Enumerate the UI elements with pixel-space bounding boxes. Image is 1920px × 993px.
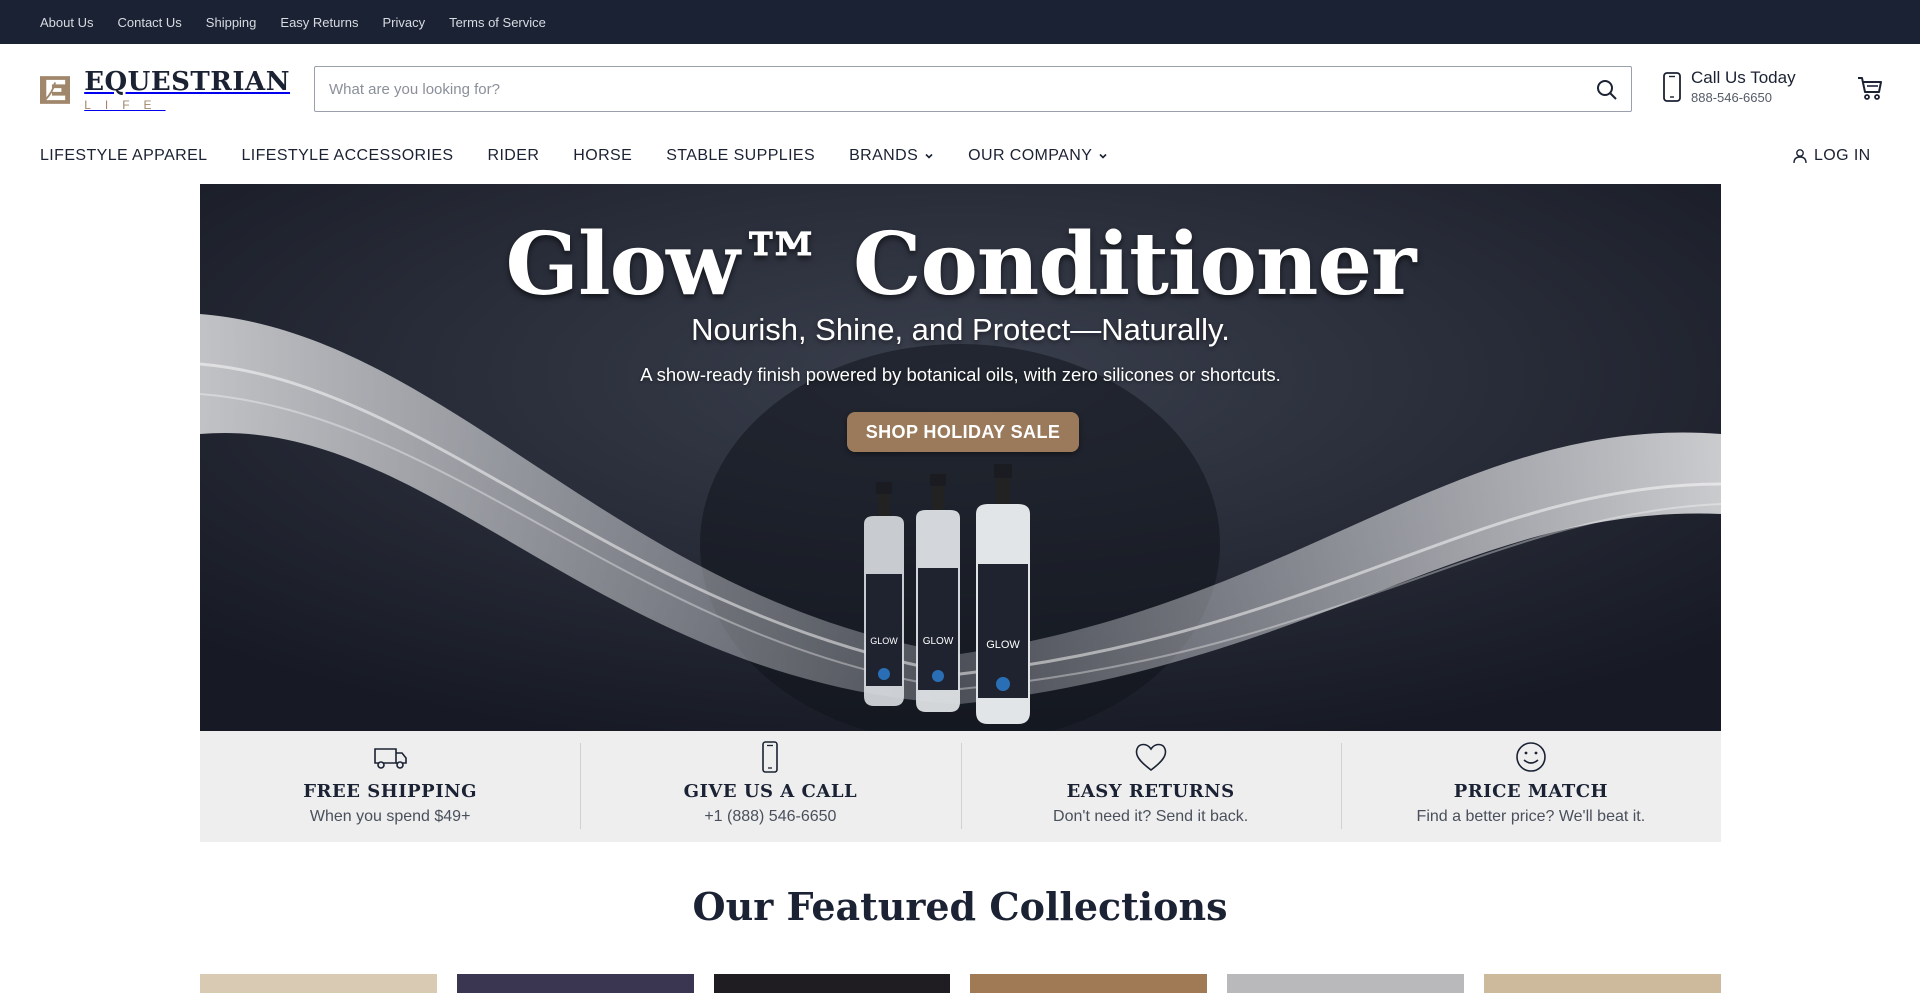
logo[interactable]: EQUESTRIAN LIFE [40,66,290,114]
login-link[interactable]: LOG IN [1792,132,1871,180]
logo-mark-icon [40,76,71,104]
privacy-link[interactable]: Privacy [382,15,425,30]
bottle-label-middle: GLOW [923,636,954,647]
search-icon [1597,80,1617,100]
feature-free-shipping: FREE SHIPPING When you spend $49+ [200,731,580,842]
contact-us-link[interactable]: Contact Us [117,15,181,30]
feature-strip: FREE SHIPPING When you spend $49+ GIVE U… [200,731,1721,842]
hero-banner[interactable]: Glow™ Conditioner Nourish, Shine, and Pr… [200,184,1721,731]
feature-price-match: PRICE MATCH Find a better price? We'll b… [1340,731,1721,842]
call-us[interactable]: Call Us Today 888-546-6650 [1662,66,1812,110]
featured-collections-title: Our Featured Collections [692,884,1228,929]
feature-title: EASY RETURNS [1066,781,1235,802]
collection-card[interactable] [713,974,951,993]
cart-icon [1858,77,1882,100]
feature-subtitle: Find a better price? We'll beat it. [1416,808,1646,825]
nav-items: LIFESTYLE APPAREL LIFESTYLE ACCESSORIES … [40,132,1108,180]
feature-title: GIVE US A CALL [683,781,858,802]
main-nav: LIFESTYLE APPAREL LIFESTYLE ACCESSORIES … [0,132,1920,180]
utility-links: About Us Contact Us Shipping Easy Return… [40,0,546,44]
phone-icon [1663,72,1681,102]
hero-subtitle: Nourish, Shine, and Protect—Naturally. [691,312,1230,347]
bottle-left: GLOW [864,482,904,706]
feature-easy-returns: EASY RETURNS Don't need it? Send it back… [960,731,1341,842]
about-us-link[interactable]: About Us [40,15,93,30]
truck-icon [374,748,407,769]
terms-of-service-link[interactable]: Terms of Service [449,15,546,30]
logo-wordmark: EQUESTRIAN [84,67,290,97]
hero-title: Glow™ Conditioner [505,214,1417,315]
call-phone: 888-546-6650 [1691,90,1772,105]
collection-card[interactable] [456,974,694,993]
site-header: EQUESTRIAN LIFE Call Us Today 888-546-66… [0,44,1920,132]
cart-button[interactable] [1856,74,1884,102]
hero-tagline: A show-ready finish powered by botanical… [640,364,1281,385]
chevron-down-icon [1099,153,1107,159]
nav-horse[interactable]: HORSE [573,147,632,165]
collection-card[interactable] [1484,974,1721,993]
shop-holiday-sale-button[interactable]: SHOP HOLIDAY SALE [847,412,1079,452]
logo-subtitle: LIFE [84,98,166,112]
bottle-middle: GLOW [916,474,960,712]
phone-icon [762,741,779,773]
bottle-right: GLOW [976,464,1030,724]
login-label: LOG IN [1814,147,1871,164]
nav-our-company-label: OUR COMPANY [968,147,1093,164]
chevron-down-icon [925,153,933,159]
feature-subtitle: When you spend $49+ [309,808,471,825]
nav-lifestyle-accessories[interactable]: LIFESTYLE ACCESSORIES [241,147,453,165]
collection-card[interactable] [200,974,437,993]
nav-our-company[interactable]: OUR COMPANY [968,147,1108,165]
feature-subtitle: Don't need it? Send it back. [1053,808,1249,825]
feature-title: FREE SHIPPING [303,781,477,802]
call-title: Call Us Today [1691,68,1796,87]
search-input[interactable] [329,67,1569,111]
nav-lifestyle-apparel[interactable]: LIFESTYLE APPAREL [40,147,207,165]
feature-title: PRICE MATCH [1453,781,1609,802]
search-button[interactable] [1595,78,1619,102]
search-box [314,66,1632,112]
user-icon [1793,149,1807,164]
nav-stable-supplies[interactable]: STABLE SUPPLIES [666,147,815,165]
glow-bottles-image: GLOW GLOW GLOW [864,464,1030,724]
collection-card[interactable] [1227,974,1465,993]
feature-subtitle: +1 (888) 546-6650 [704,808,837,825]
logo-text: EQUESTRIAN LIFE [84,69,290,111]
utility-bar: About Us Contact Us Shipping Easy Return… [0,0,1920,44]
smiley-icon [1516,742,1546,772]
collections-grid [200,974,1721,993]
bottle-label-left: GLOW [870,636,898,646]
easy-returns-link[interactable]: Easy Returns [280,15,358,30]
nav-rider[interactable]: RIDER [488,147,540,165]
shipping-link[interactable]: Shipping [206,15,257,30]
heart-icon [1135,743,1166,772]
feature-give-us-a-call: GIVE US A CALL +1 (888) 546-6650 [580,731,960,842]
bottle-label-right: GLOW [986,639,1020,651]
nav-brands[interactable]: BRANDS [849,147,934,165]
collection-card[interactable] [970,974,1208,993]
nav-brands-label: BRANDS [849,147,919,164]
